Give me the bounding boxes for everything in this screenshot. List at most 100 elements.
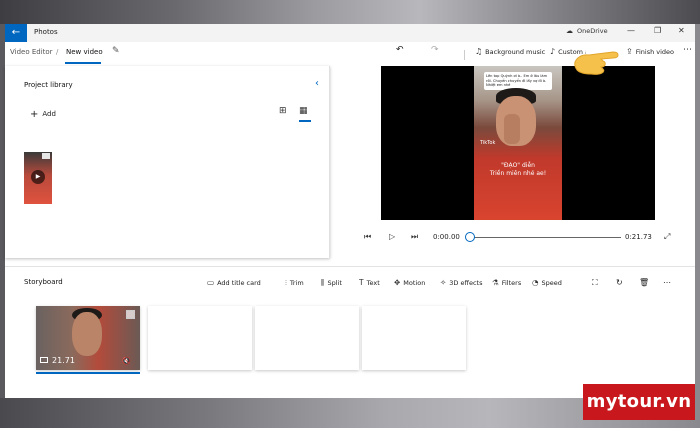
breadcrumb-video-editor[interactable]: Video Editor	[10, 48, 53, 56]
redo-icon: ↷	[431, 45, 439, 55]
video-preview[interactable]: Lên top Quỳnh ơi à.. Em ở lâu làm rồi. C…	[381, 66, 655, 220]
pencil-icon: ✎	[112, 46, 120, 56]
trim-label: Trim	[289, 279, 304, 287]
title-card-icon: ▭	[207, 278, 215, 287]
text-label: Text	[366, 279, 380, 287]
rotate-button[interactable]: ↻	[616, 278, 623, 287]
clip-duration: 21.71	[40, 356, 75, 365]
breadcrumb-new-video[interactable]: New video	[66, 48, 103, 56]
3d-effects-label: 3D effects	[449, 279, 483, 287]
filters-button[interactable]: ⚗ Filters	[492, 278, 521, 287]
filters-icon: ⚗	[492, 278, 499, 287]
library-video-thumbnail[interactable]: ▶	[24, 152, 52, 204]
chevron-left-icon: ‹	[315, 78, 319, 89]
background-music-button[interactable]: ♫ Background music	[475, 47, 545, 56]
forward-button[interactable]: ⏭	[411, 232, 418, 242]
caption-line-2: Triền miên nhé ae!	[489, 170, 547, 177]
large-thumbnails-button[interactable]: ⊞	[279, 106, 287, 116]
speed-icon: ◔	[532, 278, 539, 287]
music-note-icon: ♫	[475, 47, 483, 56]
grid-large-icon: ⊞	[279, 106, 287, 116]
rewind-button[interactable]: ⏮	[364, 232, 371, 242]
background-music-label: Background music	[485, 48, 546, 56]
storyboard-empty-slot[interactable]	[148, 306, 252, 370]
redo-button[interactable]: ↷	[431, 45, 439, 55]
maximize-button[interactable]: ❐	[654, 26, 661, 35]
plus-icon: +	[30, 109, 39, 120]
expand-icon: ⤢	[664, 232, 671, 241]
export-icon: ⇪	[626, 47, 633, 56]
view-mode-indicator	[299, 120, 311, 122]
motion-button[interactable]: ✥ Motion	[394, 278, 425, 287]
text-icon: T	[359, 278, 364, 287]
more-options-button[interactable]: ⋯	[683, 45, 692, 55]
project-library-panel: Project library ‹ + Add ⊞ ▦ ▶	[5, 66, 330, 258]
more-icon: ⋯	[683, 45, 692, 55]
storyboard-empty-slot[interactable]	[255, 306, 359, 370]
3d-effects-icon: ✧	[440, 278, 447, 287]
speed-button[interactable]: ◔ Speed	[532, 278, 562, 287]
breadcrumb-separator: /	[56, 48, 59, 56]
cloud-icon: ☁	[566, 27, 573, 35]
small-thumbnails-button[interactable]: ▦	[299, 106, 308, 116]
maximize-icon: ❐	[654, 26, 662, 35]
desktop-background-right	[695, 24, 700, 398]
storyboard-more-button[interactable]: ⋯	[663, 278, 671, 287]
more-icon: ⋯	[663, 278, 671, 287]
crop-icon: ⛶	[592, 278, 598, 287]
fullscreen-button[interactable]: ⤢	[664, 232, 670, 242]
desktop-background-top	[0, 0, 700, 24]
tiktok-logo: TikTok	[480, 140, 496, 146]
undo-icon: ↶	[396, 45, 404, 55]
seek-handle[interactable]	[465, 232, 475, 242]
back-button[interactable]: ←	[5, 24, 27, 42]
storyboard-clip[interactable]: 21.71 🔇	[36, 306, 140, 370]
grid-small-icon: ▦	[299, 106, 308, 116]
current-time: 0:00.00	[433, 233, 460, 241]
play-icon: ▶	[31, 170, 45, 184]
speed-label: Speed	[541, 279, 562, 287]
title-bar: ← Photos ☁ OneDrive — ❐ ✕	[5, 24, 695, 42]
video-frame: Lên top Quỳnh ơi à.. Em ở lâu làm rồi. C…	[474, 66, 562, 220]
storyboard-empty-slot[interactable]	[362, 306, 466, 370]
rotate-icon: ↻	[616, 278, 623, 287]
filters-label: Filters	[501, 279, 522, 287]
add-media-button[interactable]: + Add	[30, 109, 56, 120]
collapse-library-button[interactable]: ‹	[315, 78, 319, 89]
onedrive-button[interactable]: ☁ OneDrive	[566, 27, 608, 35]
trash-icon: 🗑	[639, 278, 650, 287]
pointing-hand-icon	[574, 51, 619, 75]
app-title: Photos	[34, 28, 58, 36]
clip-select-checkbox[interactable]	[126, 310, 135, 319]
minimize-icon: —	[627, 26, 635, 35]
play-button[interactable]: ▷	[389, 232, 395, 241]
split-label: Split	[327, 279, 342, 287]
mytour-watermark-logo: mytour.vn	[583, 384, 695, 420]
split-button[interactable]: ⫼ Split	[321, 278, 342, 288]
resize-button[interactable]: ⛶	[592, 278, 598, 288]
rename-button[interactable]: ✎	[112, 46, 120, 56]
split-icon: ⫼	[321, 278, 325, 287]
add-title-card-label: Add title card	[217, 279, 261, 287]
breadcrumb-active-indicator	[65, 62, 101, 64]
3d-effects-button[interactable]: ✧ 3D effects	[440, 278, 483, 287]
play-icon: ▷	[389, 232, 396, 241]
seek-bar[interactable]	[470, 237, 621, 238]
mute-icon[interactable]: 🔇	[122, 357, 131, 365]
video-caption-main: "ĐẠO" diễn Triền miên nhé ae!	[480, 162, 556, 178]
total-time: 0:21.73	[625, 233, 652, 241]
undo-button[interactable]: ↶	[396, 45, 404, 55]
minimize-button[interactable]: —	[627, 26, 635, 35]
caption-line-1: "ĐẠO" diễn	[501, 162, 535, 169]
photos-window: ← Photos ☁ OneDrive — ❐ ✕ Video Editor / …	[5, 24, 695, 398]
toolbar-divider	[464, 50, 465, 60]
finish-video-button[interactable]: ⇪ Finish video	[626, 47, 674, 56]
add-title-card-button[interactable]: ▭ Add title card	[207, 278, 261, 287]
trim-button[interactable]: ⫶ Trim	[285, 278, 304, 288]
delete-button[interactable]: 🗑	[639, 278, 649, 287]
custom-audio-icon: ♪	[550, 47, 556, 56]
added-badge	[42, 153, 50, 159]
selected-clip-indicator	[36, 372, 140, 374]
text-button[interactable]: T Text	[359, 278, 380, 287]
close-button[interactable]: ✕	[678, 26, 685, 35]
